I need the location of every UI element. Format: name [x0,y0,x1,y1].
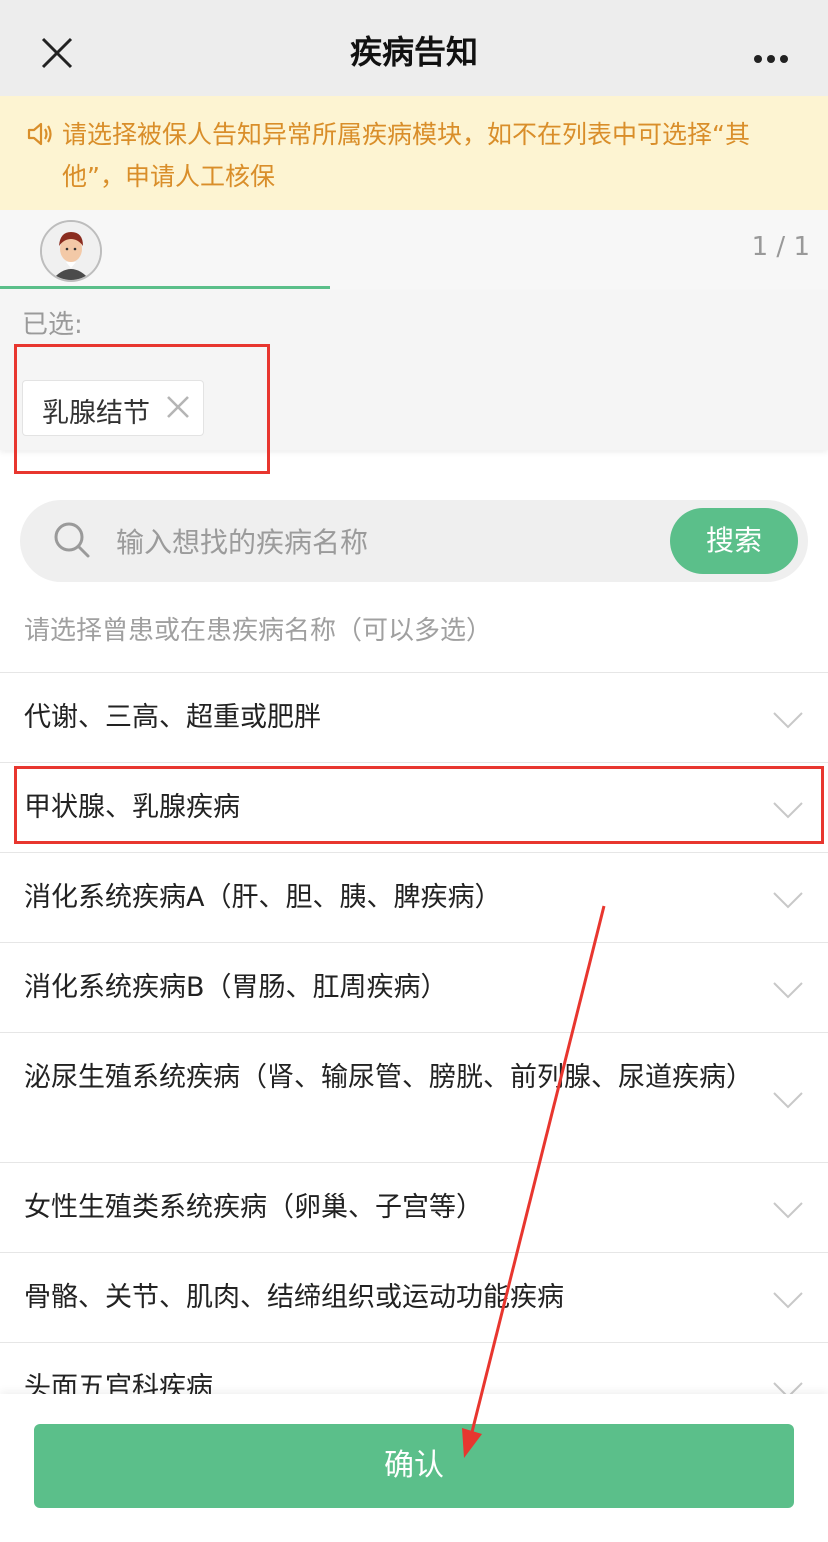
confirm-button[interactable]: 确认 [34,1424,794,1508]
avatar[interactable] [40,220,102,282]
category-item[interactable]: 消化系统疾病A（肝、胆、胰、脾疾病） [0,852,828,942]
category-item[interactable]: 代谢、三高、超重或肥胖 [0,672,828,762]
category-item[interactable]: 消化系统疾病B（胃肠、肛周疾病） [0,942,828,1032]
annotation-highlight-box [14,344,270,474]
category-label: 女性生殖类系统疾病（卵巢、子宫等） [24,1192,483,1223]
category-label: 骨骼、关节、肌肉、结缔组织或运动功能疾病 [24,1282,564,1313]
chevron-down-icon [773,1092,803,1109]
category-label: 消化系统疾病A（肝、胆、胰、脾疾病） [24,882,502,913]
chevron-down-icon [773,712,803,729]
category-item[interactable]: 女性生殖类系统疾病（卵巢、子宫等） [0,1162,828,1252]
page-indicator: 1 / 1 [751,232,810,262]
page-title: 疾病告知 [349,33,478,71]
notice-text: 请选择被保人告知异常所属疾病模块，如不在列表中可选择“其他”，申请人工核保 [62,120,750,191]
chevron-down-icon [773,1202,803,1219]
selection-hint: 请选择曾患或在患疾病名称（可以多选） [24,616,493,646]
selected-label: 已选: [22,310,83,340]
person-avatar-icon [42,222,100,280]
active-tab-indicator [0,286,330,289]
category-label: 泌尿生殖系统疾病（肾、输尿管、膀胱、前列腺、尿道疾病） [24,1062,753,1093]
speaker-icon [27,122,52,146]
search-button[interactable]: 搜索 [670,508,798,574]
chevron-down-icon [773,982,803,999]
chevron-down-icon [773,1292,803,1309]
annotation-highlight-box [14,766,824,844]
category-item[interactable]: 骨骼、关节、肌肉、结缔组织或运动功能疾病 [0,1252,828,1342]
category-label: 消化系统疾病B（胃肠、肛周疾病） [24,972,448,1003]
category-item[interactable]: 泌尿生殖系统疾病（肾、输尿管、膀胱、前列腺、尿道疾病） [0,1032,828,1162]
insured-tab-bar [0,210,828,290]
more-dots-icon[interactable] [754,48,794,63]
category-label: 代谢、三高、超重或肥胖 [24,702,321,733]
search-input[interactable] [114,518,658,566]
search-icon [54,522,90,558]
chevron-down-icon [773,892,803,909]
